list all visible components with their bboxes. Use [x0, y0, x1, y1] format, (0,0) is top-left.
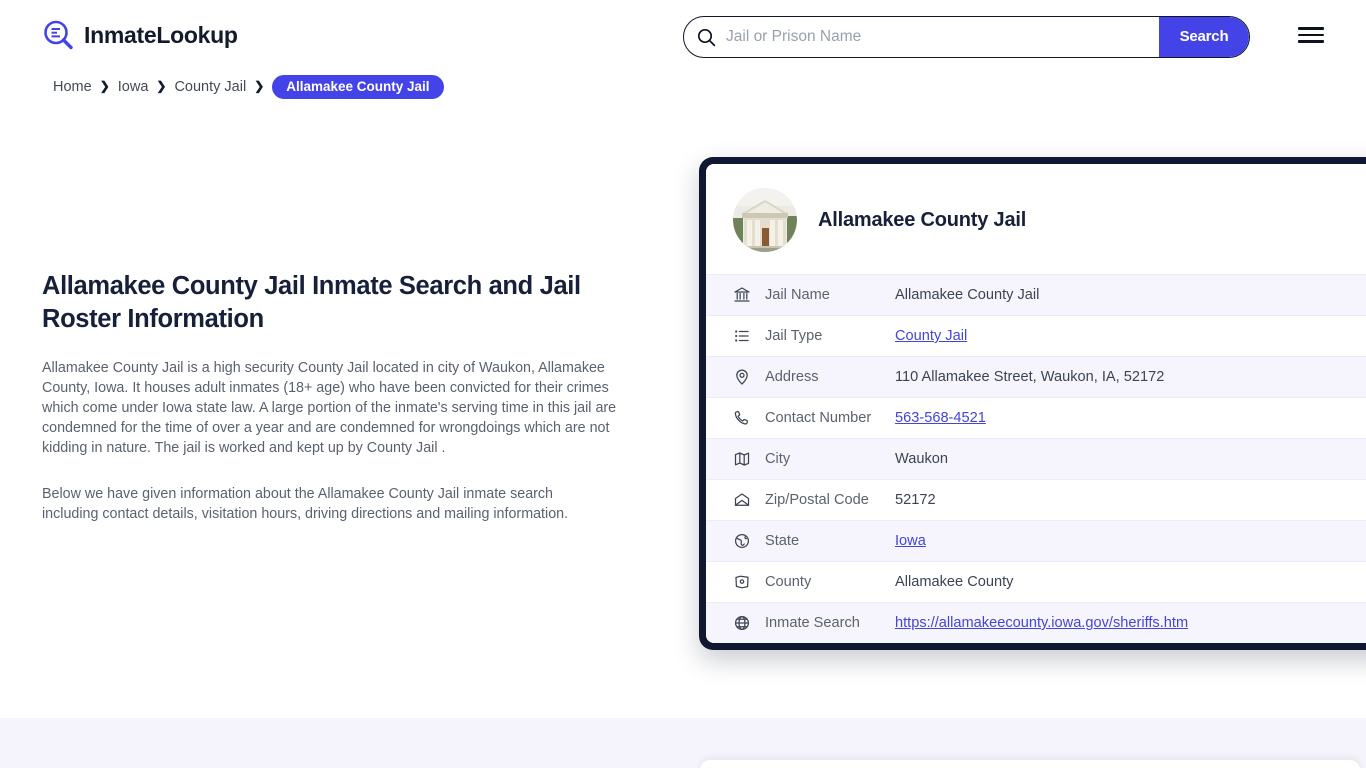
jail-info-card-header: Allamakee County Jail [706, 164, 1366, 274]
row-value: Allamakee County Jail [895, 287, 1039, 303]
row-value: 110 Allamakee Street, Waukon, IA, 52172 [895, 369, 1164, 385]
site-header: InmateLookup Search [0, 0, 1366, 74]
bank-icon [733, 286, 751, 304]
row-label: City [765, 451, 895, 467]
intro-paragraph: Allamakee County Jail is a high security… [42, 358, 639, 458]
jail-info-card-title: Allamakee County Jail [818, 209, 1026, 232]
row-value: Waukon [895, 451, 948, 467]
search-bar[interactable]: Search [683, 16, 1250, 58]
www-icon [733, 614, 751, 632]
hamburger-menu-icon[interactable] [1298, 25, 1324, 45]
row-label: Contact Number [765, 410, 895, 426]
list-icon [733, 327, 751, 345]
row-value: Allamakee County [895, 574, 1013, 590]
jail-info-rows: Jail Name Allamakee County Jail Jail Typ… [706, 274, 1366, 643]
row-label: Zip/Postal Code [765, 492, 895, 508]
breadcrumb-item-home[interactable]: Home [53, 79, 92, 95]
chevron-right-icon: ❯ [156, 80, 166, 92]
chevron-right-icon: ❯ [100, 80, 110, 92]
row-value: 52172 [895, 492, 936, 508]
table-row: Address 110 Allamakee Street, Waukon, IA… [706, 356, 1366, 397]
brand-logo[interactable]: InmateLookup [42, 19, 238, 52]
mail-icon [733, 491, 751, 509]
row-label: Inmate Search [765, 615, 895, 631]
table-row: Jail Name Allamakee County Jail [706, 274, 1366, 315]
map-icon [733, 450, 751, 468]
search-button[interactable]: Search [1159, 17, 1249, 57]
row-label: County [765, 574, 895, 590]
breadcrumb-item-county-jail[interactable]: County Jail [174, 79, 246, 95]
row-value-link[interactable]: County Jail [895, 328, 967, 344]
table-row: City Waukon [706, 438, 1366, 479]
page-root: InmateLookup Search Home ❯ Iowa ❯ County… [0, 0, 1366, 768]
row-label: Jail Name [765, 287, 895, 303]
phone-icon [733, 409, 751, 427]
row-value-link[interactable]: Iowa [895, 533, 926, 549]
courthouse-photo [733, 188, 797, 252]
globe-icon [733, 532, 751, 550]
bottom-panel-card [700, 760, 1360, 768]
breadcrumb-item-current[interactable]: Allamakee County Jail [272, 75, 443, 99]
map-pin-icon [733, 368, 751, 386]
jail-info-card: Allamakee County Jail Jail Name Allamake… [699, 157, 1366, 650]
row-label: Jail Type [765, 328, 895, 344]
table-row: Zip/Postal Code 52172 [706, 479, 1366, 520]
hamburger-bar [1298, 40, 1324, 43]
secondary-paragraph: Below we have given information about th… [42, 484, 602, 524]
row-value-link[interactable]: 563-568-4521 [895, 410, 986, 426]
table-row: Jail Type County Jail [706, 315, 1366, 356]
jail-info-card-inner: Allamakee County Jail Jail Name Allamake… [706, 164, 1366, 643]
hamburger-bar [1298, 27, 1324, 30]
table-row: Inmate Search https://allamakeecounty.io… [706, 602, 1366, 643]
table-row: Contact Number 563-568-4521 [706, 397, 1366, 438]
search-input[interactable] [724, 17, 1154, 56]
row-label: State [765, 533, 895, 549]
breadcrumb: Home ❯ Iowa ❯ County Jail ❯ Allamakee Co… [53, 76, 444, 98]
row-value-link[interactable]: https://allamakeecounty.iowa.gov/sheriff… [895, 615, 1188, 631]
search-icon [697, 28, 716, 47]
main-content: Allamakee County Jail Inmate Search and … [42, 270, 642, 524]
brand-name: InmateLookup [84, 24, 238, 47]
row-label: Address [765, 369, 895, 385]
magnifier-list-icon [42, 19, 75, 52]
page-title: Allamakee County Jail Inmate Search and … [42, 270, 582, 336]
table-row: State Iowa [706, 520, 1366, 561]
breadcrumb-item-iowa[interactable]: Iowa [118, 79, 149, 95]
table-row: County Allamakee County [706, 561, 1366, 602]
hamburger-bar [1298, 34, 1324, 37]
chevron-right-icon: ❯ [254, 80, 264, 92]
region-icon [733, 573, 751, 591]
